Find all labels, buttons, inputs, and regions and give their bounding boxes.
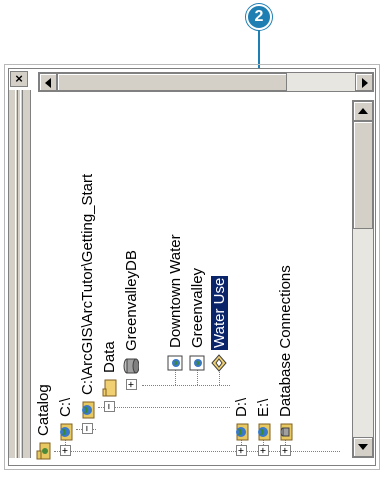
tree-label: Database Connections xyxy=(276,265,294,417)
expand-toggle[interactable]: + xyxy=(125,379,137,390)
tree-label: GreenvalleyDB xyxy=(122,250,140,351)
tree-label: Downtown Water xyxy=(166,234,184,348)
tree-label: E:\ xyxy=(254,398,272,417)
horizontal-scrollbar[interactable] xyxy=(38,72,374,92)
close-button[interactable]: × xyxy=(10,71,28,87)
globe-folder-icon xyxy=(79,401,95,419)
expand-toggle[interactable]: + xyxy=(59,445,71,456)
layer-file-icon xyxy=(211,354,227,372)
step-callout-badge: 2 xyxy=(246,4,272,30)
down-arrow-icon xyxy=(358,444,368,450)
catalog-icon xyxy=(35,442,51,460)
tree-node-water-use[interactable]: Water Use xyxy=(208,275,230,372)
folder-icon xyxy=(101,379,117,397)
tree-node-getting-started[interactable]: − C:\ArcGIS\ArcTutor\Getting_Start xyxy=(76,172,98,434)
tree-label: Data xyxy=(100,341,118,373)
tree-node-downtown-water[interactable]: Downtown Water xyxy=(164,232,186,372)
tree-connector xyxy=(142,385,230,386)
tree-node-greenvalley[interactable]: Greenvalley xyxy=(186,266,208,372)
tree-connector xyxy=(175,370,176,386)
globe-folder-icon xyxy=(255,423,271,441)
catalog-tree: Catalog + C:\ − C:\ArcGIS\ArcTutor\Getti… xyxy=(32,100,350,460)
up-arrow-icon xyxy=(358,108,368,114)
expand-toggle[interactable]: + xyxy=(235,445,247,456)
expand-toggle[interactable]: + xyxy=(279,445,291,456)
tree-connector xyxy=(197,370,198,386)
collapse-toggle[interactable]: − xyxy=(81,423,93,434)
tree-label-selected: Water Use xyxy=(210,275,228,350)
tree-node-drive-d[interactable]: + D:\ xyxy=(230,396,252,456)
right-arrow-icon xyxy=(362,78,368,88)
map-document-icon xyxy=(167,354,183,372)
tree-node-database-connections[interactable]: + Database Connections xyxy=(274,263,296,456)
tree-label: Catalog xyxy=(34,384,52,436)
tree-connector xyxy=(219,370,220,386)
dock-grip-strip[interactable] xyxy=(9,90,31,458)
tree-node-drive-c[interactable]: + C:\ xyxy=(54,396,76,456)
grip-line xyxy=(20,90,23,458)
globe-folder-icon xyxy=(233,423,249,441)
globe-folder-icon xyxy=(57,423,73,441)
catalog-tree-pane[interactable]: Catalog + C:\ − C:\ArcGIS\ArcTutor\Getti… xyxy=(32,100,350,460)
vertical-scrollbar[interactable] xyxy=(352,100,374,458)
tree-connector xyxy=(54,451,340,452)
scroll-right-button[interactable] xyxy=(355,73,373,91)
tree-node-data[interactable]: − Data xyxy=(98,339,120,412)
tree-node-drive-e[interactable]: + E:\ xyxy=(252,397,274,456)
left-arrow-icon xyxy=(45,78,51,88)
grip-line xyxy=(15,90,18,458)
scroll-up-button[interactable] xyxy=(353,101,373,121)
tree-label: Greenvalley xyxy=(188,267,206,348)
map-document-icon xyxy=(189,354,205,372)
vertical-scroll-thumb[interactable] xyxy=(353,121,373,229)
geodatabase-icon xyxy=(123,357,140,375)
scroll-down-button[interactable] xyxy=(353,437,373,457)
scroll-left-button[interactable] xyxy=(39,73,57,91)
tree-label: C:\ xyxy=(56,397,74,417)
tree-label: D:\ xyxy=(232,397,250,417)
collapse-toggle[interactable]: − xyxy=(103,401,115,412)
tree-node-catalog[interactable]: Catalog xyxy=(32,382,54,460)
tree-node-greenvalley-db[interactable]: + GreenvalleyDB xyxy=(120,248,142,390)
tree-label: C:\ArcGIS\ArcTutor\Getting_Start xyxy=(78,173,96,395)
expand-toggle[interactable]: + xyxy=(257,445,269,456)
database-connections-icon xyxy=(277,423,293,441)
horizontal-scroll-thumb[interactable] xyxy=(57,73,287,91)
